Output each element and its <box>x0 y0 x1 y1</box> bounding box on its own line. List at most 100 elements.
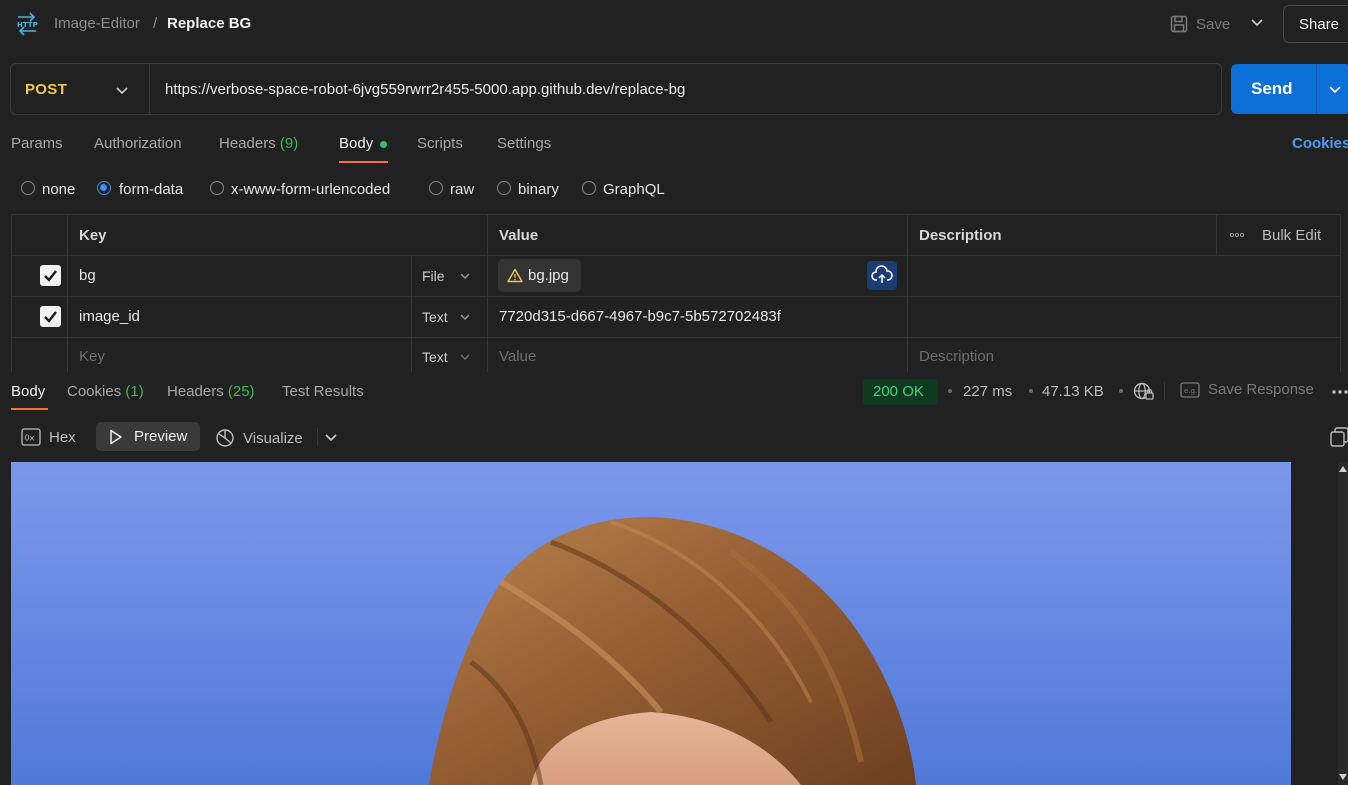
tab-settings[interactable]: Settings <box>497 135 551 152</box>
more-options-icon[interactable] <box>1229 232 1245 238</box>
visualize-view-button[interactable]: Visualize <box>215 428 303 448</box>
tab-params[interactable]: Params <box>11 135 63 152</box>
tab-body[interactable]: Body <box>339 135 373 152</box>
hex-view-button[interactable]: 0x Hex <box>21 428 76 446</box>
description-placeholder[interactable]: Description <box>919 348 994 365</box>
table-border <box>411 255 412 374</box>
response-headers-count: (25) <box>227 383 255 400</box>
table-border <box>1216 214 1217 255</box>
radio-binary[interactable] <box>497 181 511 195</box>
divider <box>149 64 150 114</box>
key-placeholder[interactable]: Key <box>79 348 105 365</box>
scroll-up-icon[interactable] <box>1339 466 1347 472</box>
scrollbar[interactable] <box>1338 462 1348 785</box>
copy-icon[interactable] <box>1330 427 1348 447</box>
row-key[interactable]: image_id <box>79 308 140 325</box>
table-border <box>1340 214 1341 374</box>
warning-icon <box>507 268 523 283</box>
chevron-down-icon[interactable] <box>459 311 471 323</box>
send-button[interactable]: Send <box>1231 64 1348 114</box>
radio-graphql[interactable] <box>582 181 596 195</box>
chevron-down-icon[interactable] <box>1250 16 1264 30</box>
status-badge[interactable]: 200 OK <box>863 379 938 405</box>
table-border <box>487 214 488 374</box>
preview-view-button[interactable]: Preview <box>96 422 200 451</box>
radio-form-data[interactable] <box>97 181 111 195</box>
radio-none[interactable] <box>21 181 35 195</box>
radio-urlencoded-label[interactable]: x-www-form-urlencoded <box>231 181 390 198</box>
breadcrumb-separator: / <box>153 15 158 32</box>
radio-graphql-label[interactable]: GraphQL <box>603 181 665 198</box>
bulk-edit-button[interactable]: Bulk Edit <box>1262 227 1321 244</box>
top-bar: HTTP Image-Editor / Replace BG Save Shar… <box>0 0 1348 48</box>
scroll-down-icon[interactable] <box>1339 774 1347 780</box>
row-key[interactable]: bg <box>79 267 96 284</box>
table-border <box>11 337 1341 338</box>
type-select[interactable]: File <box>422 268 445 284</box>
save-response-button[interactable]: e.g. Save Response <box>1180 381 1314 398</box>
response-time[interactable]: 227 ms <box>963 383 1012 400</box>
tab-authorization[interactable]: Authorization <box>94 135 182 152</box>
more-options-icon[interactable] <box>1331 389 1348 395</box>
row-value[interactable]: 7720d315-d667-4967-b9c7-5b572702483f <box>499 308 781 325</box>
tab-headers-label: Headers <box>219 135 276 152</box>
upload-button[interactable] <box>867 261 897 290</box>
chevron-down-icon[interactable] <box>1328 83 1342 97</box>
tab-scripts[interactable]: Scripts <box>417 135 463 152</box>
tab-headers[interactable]: Headers (9) <box>219 135 298 152</box>
method-select[interactable]: POST <box>25 81 67 98</box>
chevron-down-icon[interactable] <box>115 84 129 98</box>
url-input[interactable]: https://verbose-space-robot-6jvg559rwrr2… <box>165 81 685 98</box>
breadcrumb-collection[interactable]: Image-Editor <box>54 15 140 32</box>
chevron-down-icon[interactable] <box>459 351 471 363</box>
type-select[interactable]: Text <box>422 309 448 325</box>
row-checkbox[interactable] <box>40 265 61 286</box>
save-icon <box>1170 15 1188 33</box>
send-label: Send <box>1251 79 1293 98</box>
share-button[interactable]: Share <box>1283 5 1348 43</box>
chevron-down-icon[interactable] <box>324 431 338 445</box>
file-chip[interactable]: bg.jpg <box>498 259 581 292</box>
chevron-down-icon[interactable] <box>459 270 471 282</box>
cookies-link[interactable]: Cookies <box>1292 135 1348 152</box>
table-border <box>11 296 1341 297</box>
radio-urlencoded[interactable] <box>210 181 224 195</box>
row-checkbox[interactable] <box>40 306 61 327</box>
visualize-label: Visualize <box>243 429 303 447</box>
separator-dot <box>1119 389 1123 393</box>
svg-text:e.g.: e.g. <box>1184 387 1197 395</box>
type-select[interactable]: Text <box>422 349 448 365</box>
separator-dot <box>948 389 952 393</box>
radio-none-label[interactable]: none <box>42 181 75 198</box>
response-tab-headers-label: Headers <box>167 383 224 400</box>
visualize-icon <box>216 429 234 447</box>
table-border <box>11 255 1341 256</box>
cookies-count: (1) <box>125 383 144 400</box>
check-icon <box>44 270 57 282</box>
radio-raw[interactable] <box>429 181 443 195</box>
separator-dot <box>1029 389 1033 393</box>
radio-binary-label[interactable]: binary <box>518 181 559 198</box>
file-name: bg.jpg <box>528 267 569 284</box>
response-tab-body[interactable]: Body <box>11 383 45 400</box>
modified-indicator <box>380 141 387 148</box>
divider <box>1164 382 1165 400</box>
value-placeholder[interactable]: Value <box>499 348 536 365</box>
column-header-key: Key <box>79 227 107 244</box>
request-name[interactable]: Replace BG <box>167 15 251 32</box>
radio-form-data-label[interactable]: form-data <box>119 181 183 198</box>
response-tab-test-results[interactable]: Test Results <box>282 383 364 400</box>
response-tab-cookies[interactable]: Cookies (1) <box>67 383 144 400</box>
response-tab-headers[interactable]: Headers (25) <box>167 383 255 400</box>
divider <box>1316 64 1317 114</box>
response-image-preview <box>11 462 1291 785</box>
table-border <box>11 214 12 374</box>
save-response-label: Save Response <box>1208 381 1314 398</box>
column-header-description: Description <box>919 227 1002 244</box>
save-button[interactable]: Save <box>1170 12 1230 36</box>
network-globe-icon[interactable] <box>1133 382 1155 402</box>
radio-raw-label[interactable]: raw <box>450 181 474 198</box>
active-tab-indicator <box>339 161 388 163</box>
response-size[interactable]: 47.13 KB <box>1042 383 1104 400</box>
url-bar: POST https://verbose-space-robot-6jvg559… <box>10 63 1222 115</box>
